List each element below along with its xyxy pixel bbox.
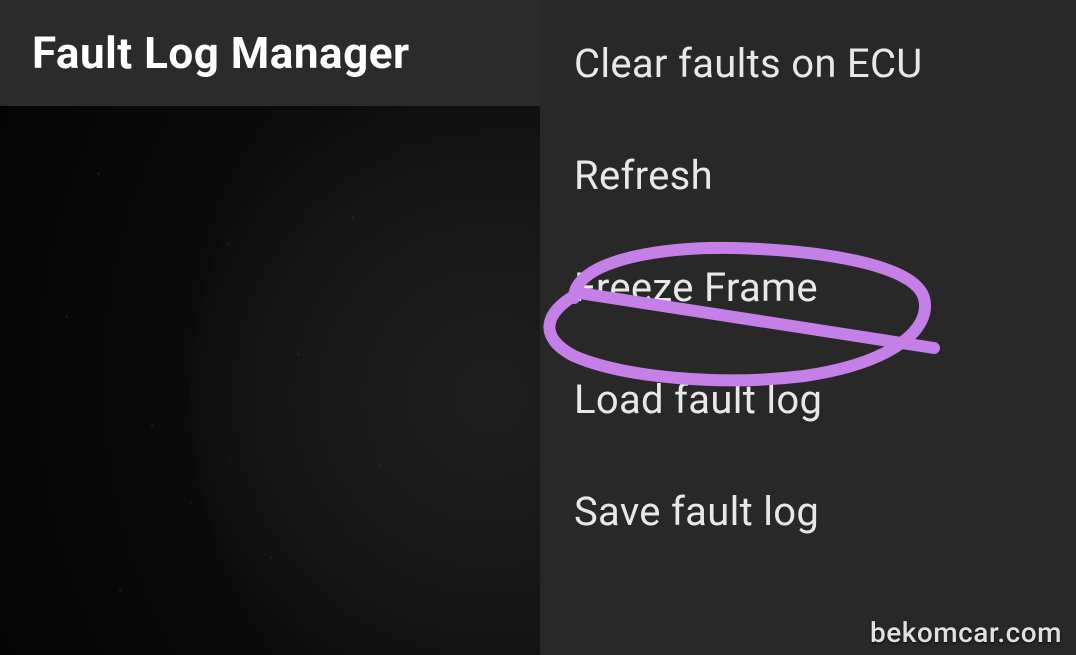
title-bar: Fault Log Manager: [0, 0, 540, 106]
menu-panel: Clear faults on ECU Refresh Freeze Frame…: [540, 0, 1076, 655]
menu-item-refresh[interactable]: Refresh: [540, 120, 1076, 232]
watermark-text: bekomcar.com: [870, 616, 1062, 649]
left-panel: Fault Log Manager: [0, 0, 540, 655]
menu-item-clear-faults[interactable]: Clear faults on ECU: [540, 24, 1076, 120]
menu-item-load-fault-log[interactable]: Load fault log: [540, 344, 1076, 456]
background-texture: [0, 106, 540, 655]
menu-item-save-fault-log[interactable]: Save fault log: [540, 456, 1076, 568]
menu-item-freeze-frame[interactable]: Freeze Frame: [540, 232, 1076, 344]
app-container: Fault Log Manager Clear faults on ECU Re…: [0, 0, 1076, 655]
page-title: Fault Log Manager: [32, 27, 410, 79]
